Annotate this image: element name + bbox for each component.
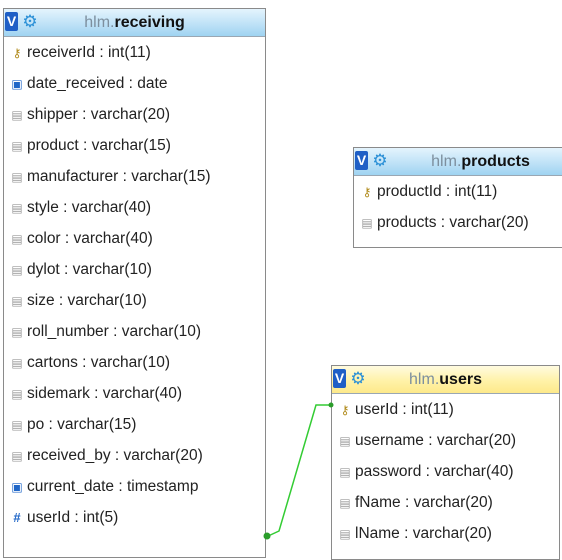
relation-endpoint xyxy=(263,532,271,540)
relation-endpoint xyxy=(328,402,334,408)
relation-line-userId[interactable] xyxy=(265,404,331,538)
relation-lines xyxy=(263,402,334,540)
